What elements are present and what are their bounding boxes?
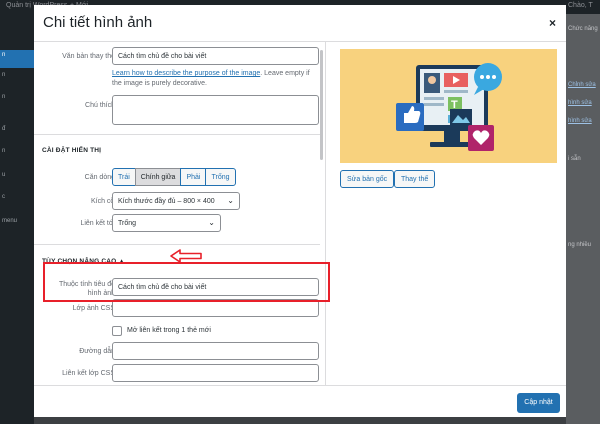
new-tab-checkbox[interactable] — [112, 326, 122, 336]
image-preview: T — [340, 49, 557, 163]
alt-text-input[interactable]: Cách tìm chủ đề cho bài viết — [112, 47, 319, 65]
rel-label: Đường dẫn — [79, 348, 115, 355]
size-select-value: Kích thước đầy đủ – 800 × 400 — [118, 198, 215, 205]
caption-textarea[interactable] — [112, 95, 319, 125]
alt-text-help: Learn how to describe the purpose of the… — [112, 69, 320, 89]
align-button-group: Trái Chính giữa Phải Trống — [112, 168, 236, 186]
chevron-down-icon: ⌄ — [208, 218, 215, 227]
right-panel-text: Chức năng — [568, 26, 598, 32]
sidebar-item[interactable]: n — [2, 94, 5, 100]
caption-label: Chú thích — [85, 102, 115, 109]
link-to-select-value: Trống — [118, 220, 137, 227]
divider — [34, 244, 320, 245]
close-icon[interactable]: × — [549, 16, 556, 30]
admin-sidebar: n n n đ n u c menu — [0, 14, 34, 424]
update-button[interactable]: Cập nhật — [517, 393, 560, 413]
right-panel-link[interactable]: hình sửa — [568, 118, 592, 124]
modal-title: Chi tiết hình ảnh — [43, 14, 153, 31]
annotation-arrow-icon — [170, 249, 202, 263]
edit-original-button[interactable]: Sửa bản gốc — [340, 170, 395, 188]
right-panel-text: i sẵn — [568, 156, 581, 162]
display-settings-title: CÀI ĐẶT HIỂN THỊ — [42, 147, 102, 154]
divider — [34, 385, 566, 386]
sidebar-item[interactable]: u — [2, 172, 5, 178]
sidebar-item[interactable]: n — [2, 72, 5, 78]
annotation-highlight-box — [43, 262, 330, 302]
size-select[interactable]: Kích thước đầy đủ – 800 × 400 ⌄ — [112, 192, 240, 210]
sidebar-item[interactable]: c — [2, 194, 5, 200]
sidebar-item[interactable]: n — [2, 148, 5, 154]
settings-pane[interactable]: Văn bản thay thế Cách tìm chủ đề cho bài… — [34, 42, 326, 385]
image-details-modal: Chi tiết hình ảnh × Văn bản thay thế Các… — [34, 5, 566, 417]
link-css-input[interactable] — [112, 364, 319, 382]
new-tab-label: Mở liên kết trong 1 thẻ mới — [127, 327, 211, 334]
align-label: Căn dòng — [84, 174, 115, 181]
right-panel-link[interactable]: hình sửa — [568, 100, 592, 106]
align-none-button[interactable]: Trống — [205, 168, 236, 186]
right-panel-link[interactable]: Chỉnh sửa — [568, 82, 596, 88]
link-to-label: Liên kết tới — [80, 220, 115, 227]
alt-text-label: Văn bản thay thế — [62, 53, 115, 60]
alt-text-help-link[interactable]: Learn how to describe the purpose of the… — [112, 70, 260, 77]
link-to-select[interactable]: Trống ⌄ — [112, 214, 221, 232]
topbar-item[interactable]: Chào, T — [568, 2, 593, 9]
admin-right-panel: Chức năng Chỉnh sửa hình sửa hình sửa i … — [566, 14, 600, 424]
sidebar-item[interactable]: đ — [2, 126, 5, 132]
rel-input[interactable] — [112, 342, 319, 360]
content-illustration: T — [340, 49, 557, 163]
align-center-button[interactable]: Chính giữa — [134, 168, 182, 186]
image-css-label: Lớp ảnh CSS — [72, 305, 115, 312]
chevron-down-icon: ⌄ — [227, 196, 234, 205]
align-left-button[interactable]: Trái — [112, 168, 136, 186]
sidebar-item[interactable]: menu — [2, 218, 17, 224]
divider — [34, 134, 320, 135]
replace-button[interactable]: Thay thế — [394, 170, 436, 188]
sidebar-item[interactable]: n — [2, 52, 5, 58]
size-label: Kích cỡ — [90, 198, 115, 205]
link-css-label: Liên kết lớp CSS — [62, 370, 115, 377]
align-right-button[interactable]: Phải — [180, 168, 207, 186]
right-panel-text: ng nhiều — [568, 242, 592, 248]
